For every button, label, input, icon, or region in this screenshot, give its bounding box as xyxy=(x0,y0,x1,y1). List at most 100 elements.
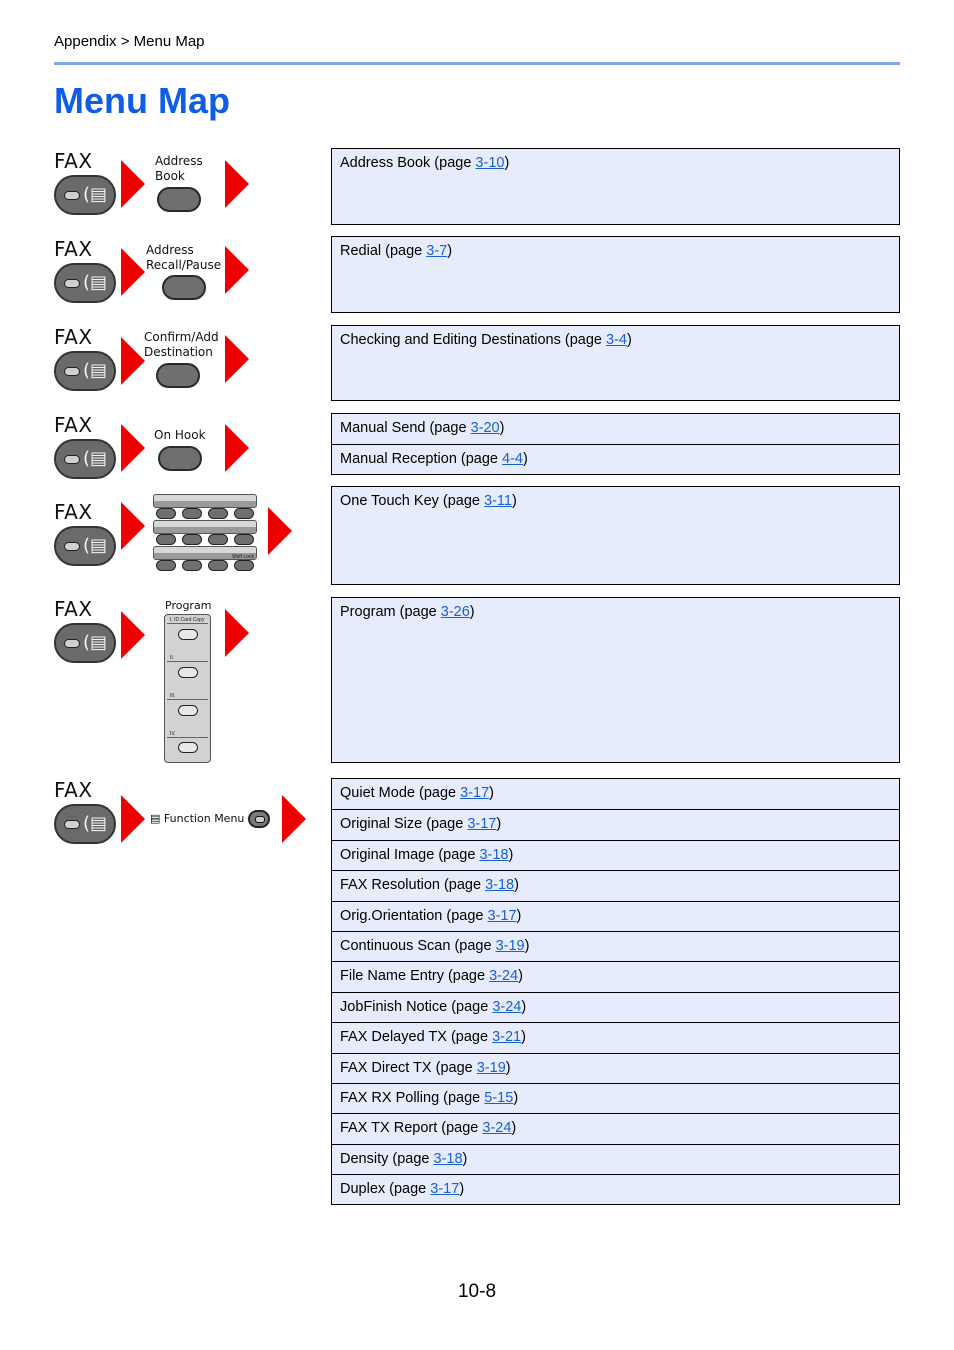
menu-item: FAX RX Polling (page 5-15) xyxy=(332,1082,899,1113)
page-link[interactable]: 3-7 xyxy=(426,243,447,259)
page-link[interactable]: 3-26 xyxy=(441,604,470,620)
page-link[interactable]: 3-19 xyxy=(496,938,525,954)
function-menu-key[interactable] xyxy=(248,810,270,828)
menu-list-icon: ▤ xyxy=(150,812,161,825)
program-key[interactable] xyxy=(178,629,198,640)
fax-key-group: FAX (▤ xyxy=(54,780,118,844)
one-touch-key[interactable] xyxy=(182,508,202,519)
program-key[interactable] xyxy=(178,705,198,716)
menu-item-close-paren: ) xyxy=(504,155,510,171)
on-hook-key[interactable] xyxy=(158,446,202,471)
page-link[interactable]: 3-19 xyxy=(477,1060,506,1076)
menu-item-label: FAX Resolution (page xyxy=(340,877,486,894)
fax-label: FAX xyxy=(54,500,93,524)
page-link[interactable]: 3-11 xyxy=(484,493,512,509)
fax-key[interactable]: (▤ xyxy=(54,175,116,215)
fax-label: FAX xyxy=(54,325,93,349)
one-touch-label-strip xyxy=(153,494,257,508)
program-slot-label: III. xyxy=(167,693,208,700)
fax-key[interactable]: (▤ xyxy=(54,623,116,663)
menu-item-label: Quiet Mode (page xyxy=(340,785,461,801)
confirm-add-key[interactable] xyxy=(156,363,200,388)
menu-item-label: One Touch Key (page xyxy=(340,493,485,509)
arrow-right-icon xyxy=(121,611,145,659)
menu-item: JobFinish Notice (page 3-24) xyxy=(332,991,899,1022)
on-hook-label: On Hook xyxy=(154,428,206,442)
menu-item-label: Manual Reception (page xyxy=(340,451,503,468)
menu-item: FAX TX Report (page 3-24) xyxy=(332,1113,899,1143)
menu-item-label: Checking and Editing Destinations (page xyxy=(340,332,606,348)
one-touch-key[interactable] xyxy=(234,508,254,519)
page-link[interactable]: 3-24 xyxy=(489,968,518,984)
arrow-right-icon xyxy=(121,502,145,550)
fax-key-group: FAX (▤ xyxy=(54,327,118,391)
address-book-key[interactable] xyxy=(157,187,201,212)
menu-panel: Address Book (page 3-10) xyxy=(331,148,900,225)
arrow-right-icon xyxy=(121,795,145,843)
program-key[interactable] xyxy=(178,742,198,753)
fax-key[interactable]: (▤ xyxy=(54,263,116,303)
fax-label: FAX xyxy=(54,778,93,802)
page-link[interactable]: 3-21 xyxy=(492,1029,521,1045)
header-divider xyxy=(54,62,900,65)
led-icon xyxy=(64,820,80,829)
menu-item: Manual Send (page 3-20) xyxy=(332,414,899,444)
page-link[interactable]: 3-18 xyxy=(434,1151,463,1167)
fax-key-group: FAX (▤ xyxy=(54,151,118,215)
page-link[interactable]: 3-24 xyxy=(482,1120,511,1136)
one-touch-key[interactable] xyxy=(156,560,176,571)
fax-key-icon: (▤ xyxy=(83,360,108,381)
fax-key-group: FAX (▤ xyxy=(54,239,118,303)
led-icon xyxy=(64,279,80,288)
fax-key[interactable]: (▤ xyxy=(54,804,116,844)
page-link[interactable]: 4-4 xyxy=(502,451,523,467)
arrow-right-icon xyxy=(121,424,145,472)
page-link[interactable]: 3-20 xyxy=(471,420,500,436)
page-link[interactable]: 3-18 xyxy=(485,877,514,893)
one-touch-key[interactable] xyxy=(208,534,228,545)
function-menu-label: ▤ Function Menu xyxy=(150,812,245,825)
one-touch-key[interactable] xyxy=(208,508,228,519)
program-key[interactable] xyxy=(178,667,198,678)
menu-panel: Checking and Editing Destinations (page … xyxy=(331,325,900,401)
menu-item-close-paren: ) xyxy=(518,968,523,985)
one-touch-key[interactable] xyxy=(156,534,176,545)
page-link[interactable]: 3-17 xyxy=(430,1181,459,1197)
one-touch-key[interactable] xyxy=(182,534,202,545)
fax-key[interactable]: (▤ xyxy=(54,351,116,391)
fax-label: FAX xyxy=(54,237,93,261)
menu-item-label: Address Book (page xyxy=(340,155,476,171)
address-recall-key[interactable] xyxy=(162,275,206,300)
program-slot-label: II. xyxy=(167,655,208,662)
menu-item-label: JobFinish Notice (page xyxy=(340,998,493,1015)
one-touch-key[interactable] xyxy=(182,560,202,571)
arrow-right-icon xyxy=(121,248,145,296)
one-touch-key[interactable] xyxy=(234,534,254,545)
page-link[interactable]: 3-17 xyxy=(467,816,496,832)
menu-item-label: Original Image (page xyxy=(340,846,480,863)
menu-item-close-paren: ) xyxy=(469,604,475,620)
fax-key[interactable]: (▤ xyxy=(54,526,116,566)
page-link[interactable]: 3-4 xyxy=(606,332,627,348)
menu-item-label: Redial (page xyxy=(340,243,427,259)
fax-key[interactable]: (▤ xyxy=(54,439,116,479)
page-link[interactable]: 3-17 xyxy=(460,785,489,801)
page-link[interactable]: 3-18 xyxy=(479,847,508,863)
page-link[interactable]: 3-17 xyxy=(488,908,517,924)
menu-item: Address Book (page 3-10) xyxy=(332,149,899,179)
menu-item-close-paren: ) xyxy=(523,451,528,468)
one-touch-key[interactable] xyxy=(208,560,228,571)
menu-item-close-paren: ) xyxy=(447,243,453,259)
one-touch-key[interactable] xyxy=(156,508,176,519)
page-link[interactable]: 3-10 xyxy=(475,155,504,171)
arrow-right-icon xyxy=(225,335,249,383)
one-touch-key[interactable] xyxy=(234,560,254,571)
page-link[interactable]: 5-15 xyxy=(484,1090,513,1106)
menu-item: Redial (page 3-7) xyxy=(332,237,899,267)
menu-item-close-paren: ) xyxy=(524,937,530,954)
led-icon xyxy=(64,542,80,551)
page-link[interactable]: 3-24 xyxy=(492,999,521,1015)
menu-item-close-paren: ) xyxy=(511,493,517,509)
fax-key-icon: (▤ xyxy=(83,632,108,653)
menu-item: Orig.Orientation (page 3-17) xyxy=(332,900,899,931)
